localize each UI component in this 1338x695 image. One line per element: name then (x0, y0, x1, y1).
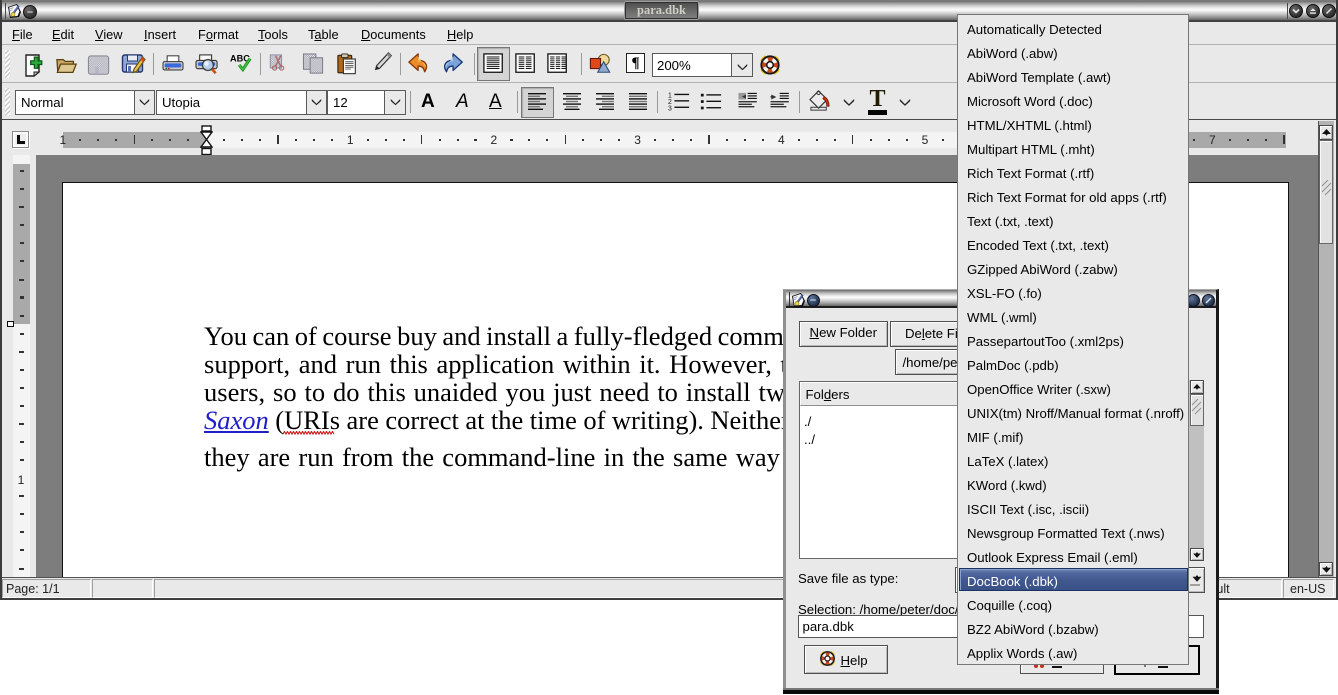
svg-text:3: 3 (668, 105, 672, 112)
